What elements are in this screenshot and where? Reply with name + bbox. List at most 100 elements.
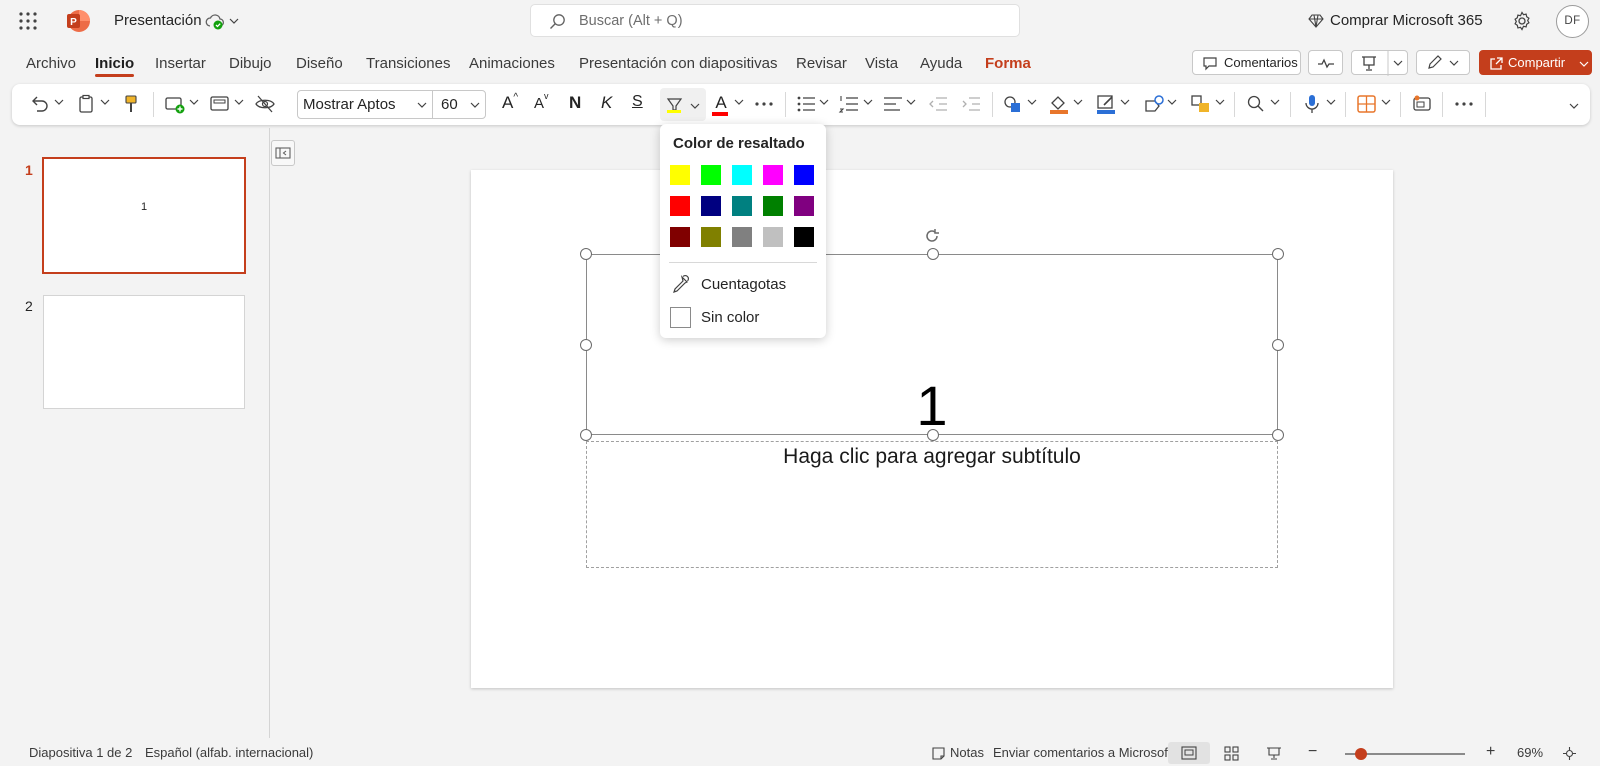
chevron-down-icon[interactable] [229, 16, 239, 26]
resize-handle[interactable] [1272, 339, 1284, 351]
zoom-out-button[interactable]: − [1308, 743, 1317, 761]
chevron-down-icon[interactable] [863, 97, 873, 107]
font-size-combobox[interactable]: 60 [432, 90, 486, 119]
highlight-color-swatch[interactable] [732, 196, 752, 216]
format-painter-icon[interactable] [120, 93, 142, 115]
slide-sorter-icon[interactable] [1224, 746, 1239, 761]
find-icon[interactable] [1245, 93, 1267, 115]
dictate-mic-icon[interactable] [1301, 93, 1323, 115]
align-icon[interactable] [882, 93, 904, 115]
resize-handle[interactable] [1272, 429, 1284, 441]
expand-ribbon-chevron-icon[interactable] [1569, 101, 1579, 111]
highlight-color-swatch[interactable] [794, 196, 814, 216]
shape-fill-icon[interactable] [1048, 93, 1070, 115]
increase-indent-icon[interactable] [960, 93, 982, 115]
chevron-down-icon[interactable] [1326, 97, 1336, 107]
subtitle-text[interactable]: Haga clic para agregar subtítulo [587, 445, 1277, 469]
resize-handle[interactable] [927, 248, 939, 260]
hide-slide-icon[interactable] [254, 93, 276, 115]
highlight-color-swatch[interactable] [763, 196, 783, 216]
collapse-pane-button[interactable] [271, 140, 295, 166]
new-slide-icon[interactable] [164, 93, 186, 115]
zoom-level[interactable]: 69% [1517, 745, 1543, 760]
fit-to-window-icon[interactable] [1562, 746, 1577, 761]
rotate-handle-icon[interactable] [924, 228, 940, 244]
shrink-font-button[interactable]: Av [534, 91, 556, 115]
eyedropper-icon[interactable] [670, 274, 690, 294]
slideshow-view-icon[interactable] [1266, 746, 1282, 761]
chevron-down-icon[interactable] [1215, 97, 1225, 107]
italic-button[interactable]: K [601, 93, 617, 115]
bold-button[interactable]: N [569, 93, 585, 115]
comments-button[interactable]: Comentarios [1192, 50, 1301, 75]
chevron-down-icon[interactable] [1270, 97, 1280, 107]
pane-divider[interactable] [269, 128, 270, 738]
notes-icon[interactable] [931, 746, 946, 761]
tab-ayuda[interactable]: Ayuda [920, 55, 962, 72]
tab-presentacion[interactable]: Presentación con diapositivas [579, 55, 777, 72]
feedback-link[interactable]: Enviar comentarios a Microsoft [993, 745, 1171, 760]
chevron-down-icon[interactable] [189, 97, 199, 107]
tab-diseno[interactable]: Diseño [296, 55, 343, 72]
highlight-color-swatch[interactable] [794, 165, 814, 185]
editing-mode-button[interactable] [1416, 50, 1470, 75]
chevron-down-icon[interactable] [100, 97, 110, 107]
bullets-icon[interactable] [795, 93, 817, 115]
highlight-color-swatch[interactable] [670, 227, 690, 247]
chevron-down-icon[interactable] [690, 101, 700, 111]
highlight-color-swatch[interactable] [701, 196, 721, 216]
no-color-swatch[interactable] [670, 307, 691, 328]
share-button[interactable]: Compartir [1479, 50, 1592, 75]
resize-handle[interactable] [580, 429, 592, 441]
slide-thumbnail-2[interactable] [43, 295, 245, 409]
tab-dibujo[interactable]: Dibujo [229, 55, 272, 72]
tab-insertar[interactable]: Insertar [155, 55, 206, 72]
underline-button[interactable]: S [632, 93, 648, 115]
present-button[interactable] [1351, 50, 1408, 76]
notes-button[interactable]: Notas [950, 745, 984, 760]
eyedropper-menu-item[interactable]: Cuentagotas [701, 276, 786, 293]
user-avatar[interactable]: DF [1556, 5, 1589, 38]
chevron-down-icon[interactable] [1120, 97, 1130, 107]
highlight-color-swatch[interactable] [701, 227, 721, 247]
chevron-down-icon[interactable] [1381, 97, 1391, 107]
chevron-down-icon[interactable] [734, 97, 744, 107]
catch-up-button[interactable] [1308, 50, 1343, 75]
chevron-down-icon[interactable] [234, 97, 244, 107]
search-placeholder[interactable]: Buscar (Alt + Q) [579, 13, 683, 29]
no-color-menu-item[interactable]: Sin color [701, 309, 759, 326]
chevron-down-icon[interactable] [906, 97, 916, 107]
highlight-color-swatch[interactable] [732, 165, 752, 185]
cloud-saved-icon[interactable] [205, 13, 225, 31]
document-title[interactable]: Presentación [114, 12, 202, 29]
grow-font-button[interactable]: A^ [502, 92, 524, 115]
font-color-button[interactable]: A [712, 93, 730, 116]
subtitle-placeholder[interactable]: Haga clic para agregar subtítulo [586, 441, 1278, 568]
decrease-indent-icon[interactable] [927, 93, 949, 115]
font-name-combobox[interactable]: Mostrar Aptos [297, 90, 433, 119]
resize-handle[interactable] [927, 429, 939, 441]
chevron-down-icon[interactable] [1027, 97, 1037, 107]
chevron-down-icon[interactable] [417, 100, 427, 110]
settings-gear-icon[interactable] [1511, 10, 1533, 32]
chevron-down-icon[interactable] [1073, 97, 1083, 107]
chevron-down-icon[interactable] [54, 97, 64, 107]
undo-icon[interactable] [28, 93, 50, 115]
tab-animaciones[interactable]: Animaciones [469, 55, 555, 72]
tab-forma[interactable]: Forma [985, 55, 1031, 72]
slide-thumbnail-1[interactable]: 1 [42, 157, 246, 274]
more-font-options-icon[interactable] [753, 93, 775, 115]
search-box[interactable]: Buscar (Alt + Q) [530, 4, 1020, 37]
language-indicator[interactable]: Español (alfab. internacional) [145, 745, 313, 760]
highlight-color-swatch[interactable] [763, 165, 783, 185]
app-launcher-icon[interactable] [18, 11, 38, 31]
tab-archivo[interactable]: Archivo [26, 55, 76, 72]
resize-handle[interactable] [1272, 248, 1284, 260]
highlight-color-swatch[interactable] [763, 227, 783, 247]
tab-inicio[interactable]: Inicio [95, 55, 135, 77]
zoom-in-button[interactable]: + [1486, 743, 1495, 761]
shape-effects-icon[interactable] [1143, 93, 1165, 115]
highlight-color-swatch[interactable] [732, 227, 752, 247]
copilot-slide-icon[interactable] [1411, 93, 1433, 115]
numbering-icon[interactable] [838, 93, 860, 115]
